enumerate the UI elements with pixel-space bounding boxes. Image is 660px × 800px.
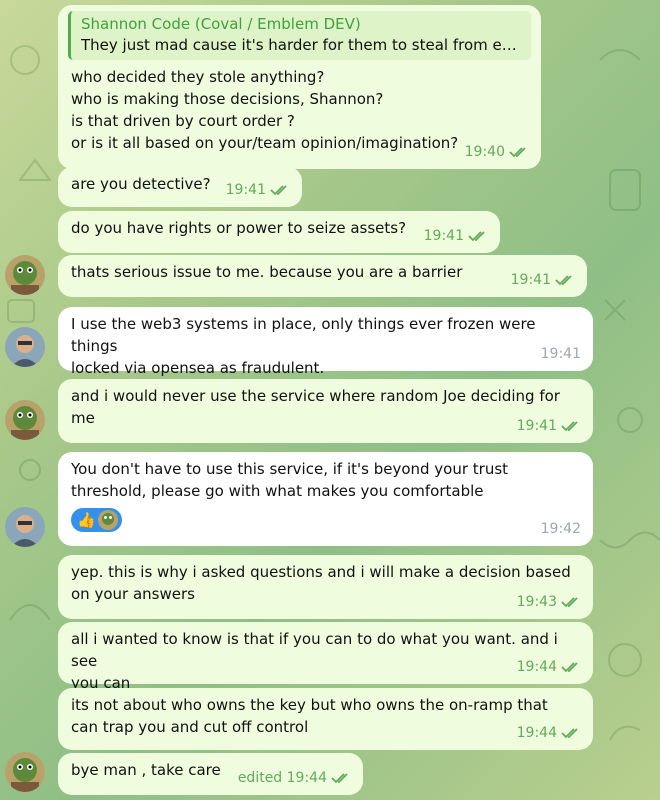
message-time: edited 19:44 xyxy=(237,770,327,786)
message-bubble[interactable]: its not about who owns the key but who o… xyxy=(58,688,593,750)
message-bubble[interactable]: Shannon Code (Coval / Emblem DEV) They j… xyxy=(58,5,541,169)
message-meta: 19:40 xyxy=(465,141,529,163)
message-bubble[interactable]: bye man , take care edited 19:44 xyxy=(58,753,363,795)
message-bubble[interactable]: do you have rights or power to seize ass… xyxy=(58,211,500,253)
message-text: who decided they stole anything? who is … xyxy=(71,68,459,152)
message-bubble[interactable]: all i wanted to know is that if you can … xyxy=(58,622,593,692)
message-time: 19:43 xyxy=(516,594,557,610)
thumbs-up-icon: 👍 xyxy=(77,511,96,529)
message-meta: 19:43 xyxy=(517,591,581,613)
reply-author: Shannon Code (Coval / Emblem DEV) xyxy=(81,15,361,33)
message-meta: 19:41 xyxy=(517,415,581,437)
message-text: thats serious issue to me. because you a… xyxy=(71,263,463,281)
message-text: and i would never use the service where … xyxy=(71,387,560,427)
message-meta: 19:44 xyxy=(517,722,581,744)
message-text: yep. this is why i asked questions and i… xyxy=(71,563,571,603)
man-avatar[interactable] xyxy=(5,507,45,547)
reaction-chip[interactable]: 👍 xyxy=(71,508,122,532)
reactor-avatar xyxy=(97,510,118,530)
frog-avatar[interactable] xyxy=(5,255,45,295)
message-text: I use the web3 systems in place, only th… xyxy=(71,315,536,377)
message-meta: 19:41 xyxy=(511,269,575,291)
double-check-icon xyxy=(561,597,578,608)
message-text: its not about who owns the key but who o… xyxy=(71,696,548,736)
frog-avatar[interactable] xyxy=(5,400,45,440)
message-bubble[interactable]: thats serious issue to me. because you a… xyxy=(58,255,587,297)
double-check-icon xyxy=(270,185,287,196)
double-check-icon xyxy=(509,147,526,158)
message-text: all i wanted to know is that if you can … xyxy=(71,630,558,692)
reply-text: They just mad cause it's harder for them… xyxy=(81,36,521,54)
message-meta: edited 19:44 xyxy=(238,767,351,789)
message-time: 19:41 xyxy=(225,182,266,198)
message-time: 19:41 xyxy=(510,272,551,288)
message-meta: 19:41 xyxy=(424,225,488,247)
double-check-icon xyxy=(561,662,578,673)
message-bubble[interactable]: are you detective? 19:41 xyxy=(58,167,302,207)
man-avatar[interactable] xyxy=(5,327,45,367)
message-bubble[interactable]: I use the web3 systems in place, only th… xyxy=(58,307,593,377)
reply-quote[interactable]: Shannon Code (Coval / Emblem DEV) They j… xyxy=(68,11,531,60)
message-meta: 19:44 xyxy=(517,656,581,678)
message-meta: 19:41 xyxy=(541,343,581,365)
message-bubble[interactable]: yep. this is why i asked questions and i… xyxy=(58,555,593,619)
message-time: 19:41 xyxy=(423,228,464,244)
double-check-icon xyxy=(561,728,578,739)
double-check-icon xyxy=(331,773,348,784)
message-meta: 19:41 xyxy=(226,179,290,201)
message-time: 19:40 xyxy=(464,144,505,160)
message-bubble[interactable]: and i would never use the service where … xyxy=(58,379,593,443)
message-time: 19:41 xyxy=(540,346,581,362)
message-time: 19:42 xyxy=(540,521,581,537)
message-meta: 19:42 xyxy=(541,518,581,540)
message-time: 19:44 xyxy=(516,725,557,741)
double-check-icon xyxy=(561,421,578,432)
frog-avatar[interactable] xyxy=(5,752,45,792)
message-bubble[interactable]: You don't have to use this service, if i… xyxy=(58,452,593,546)
double-check-icon xyxy=(468,231,485,242)
message-time: 19:41 xyxy=(516,418,557,434)
message-text: You don't have to use this service, if i… xyxy=(71,460,509,500)
message-time: 19:44 xyxy=(516,659,557,675)
double-check-icon xyxy=(555,275,572,286)
